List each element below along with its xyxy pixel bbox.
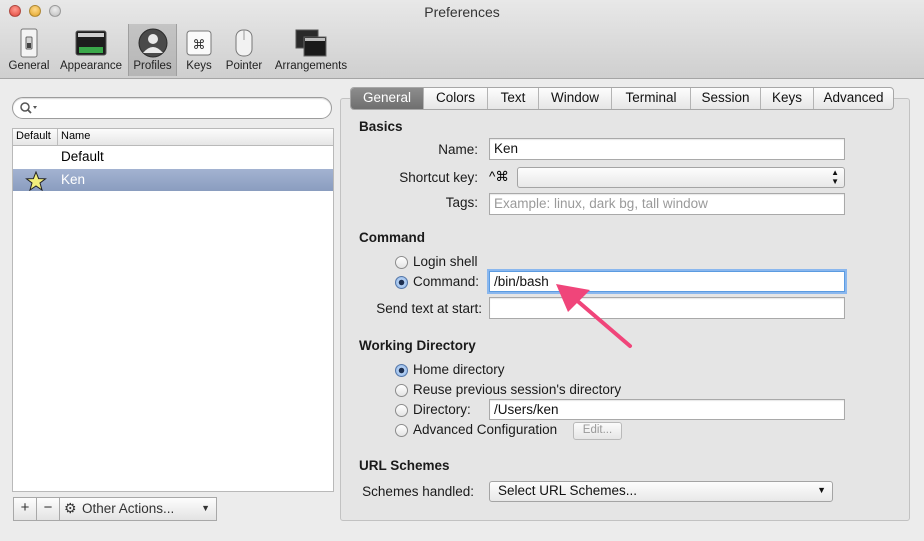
- profile-row-default[interactable]: Default: [13, 146, 333, 168]
- toolbar-pointer-label: Pointer: [225, 60, 263, 72]
- toolbar-arrangements-label: Arrangements: [274, 60, 348, 72]
- general-switch-icon: [20, 28, 38, 58]
- add-profile-button[interactable]: +: [14, 498, 37, 520]
- send-text-label: Send text at start:: [376, 301, 482, 316]
- login-shell-radio[interactable]: [395, 256, 408, 269]
- profile-row-name: Ken: [61, 172, 86, 187]
- toolbar-appearance-label: Appearance: [59, 60, 123, 72]
- url-schemes-popup-value: Select URL Schemes...: [498, 483, 638, 498]
- profiles-table-header: Default Name: [13, 129, 333, 146]
- toolbar-pointer[interactable]: Pointer: [221, 24, 267, 76]
- name-label: Name:: [438, 142, 478, 157]
- toolbar-appearance[interactable]: Appearance: [56, 24, 126, 76]
- advanced-configuration-label: Advanced Configuration: [413, 422, 558, 437]
- tab-window[interactable]: Window: [539, 88, 612, 109]
- annotation-arrow: [556, 284, 632, 348]
- profile-search-field[interactable]: [12, 97, 332, 119]
- profiles-table[interactable]: Default Name Default Ken: [12, 128, 334, 492]
- profiles-person-icon: [138, 28, 167, 58]
- toolbar-profiles-label: Profiles: [133, 60, 172, 72]
- profiles-bottom-bar: + − ⚙ Other Actions... ▼: [13, 497, 217, 521]
- svg-text:⌘: ⌘: [193, 38, 206, 53]
- send-text-field[interactable]: [489, 297, 845, 319]
- arrangements-windows-icon: [295, 29, 327, 57]
- command-radio[interactable]: [395, 276, 408, 289]
- tab-general[interactable]: General: [351, 88, 424, 109]
- directory-label: Directory:: [413, 402, 471, 417]
- reuse-directory-radio[interactable]: [395, 384, 408, 397]
- directory-radio[interactable]: [395, 404, 408, 417]
- command-field[interactable]: /bin/bash: [489, 271, 845, 292]
- appearance-terminal-icon: [75, 30, 107, 56]
- chevron-down-icon: ▼: [201, 503, 210, 513]
- tab-colors[interactable]: Colors: [424, 88, 488, 109]
- edit-button[interactable]: Edit...: [573, 422, 622, 440]
- chevron-down-icon: ▼: [817, 485, 826, 495]
- profile-row-name: Default: [61, 149, 104, 164]
- remove-profile-button[interactable]: −: [37, 498, 60, 520]
- directory-field[interactable]: /Users/ken: [489, 399, 845, 420]
- shortcut-key-label: Shortcut key:: [399, 170, 478, 185]
- url-schemes-heading: URL Schemes: [359, 458, 450, 473]
- window-titlebar: Preferences General Appearance Profiles …: [0, 0, 924, 79]
- toolbar-general-label: General: [8, 60, 50, 72]
- column-header-default[interactable]: Default: [16, 130, 51, 142]
- toolbar-arrangements[interactable]: Arrangements: [271, 24, 351, 76]
- gear-icon: ⚙: [64, 500, 77, 516]
- default-star-icon: [25, 171, 47, 191]
- updown-arrows-icon: ▲ ▼: [831, 168, 839, 186]
- name-field[interactable]: Ken: [489, 138, 845, 160]
- toolbar-keys[interactable]: ⌘ Keys: [181, 24, 217, 76]
- shortcut-key-popup[interactable]: ▲ ▼: [517, 167, 845, 188]
- tab-session[interactable]: Session: [691, 88, 761, 109]
- home-directory-radio[interactable]: [395, 364, 408, 377]
- window-title: Preferences: [424, 4, 500, 20]
- login-shell-label: Login shell: [413, 254, 478, 269]
- home-directory-label: Home directory: [413, 362, 505, 377]
- tab-text[interactable]: Text: [488, 88, 539, 109]
- basics-heading: Basics: [359, 119, 403, 134]
- keys-command-icon: ⌘: [186, 30, 212, 56]
- advanced-configuration-radio[interactable]: [395, 424, 408, 437]
- reuse-directory-label: Reuse previous session's directory: [413, 382, 622, 397]
- toolbar-keys-label: Keys: [186, 60, 212, 72]
- search-icon: [20, 102, 37, 114]
- tags-field[interactable]: Example: linux, dark bg, tall window: [489, 193, 845, 215]
- tags-label: Tags:: [445, 195, 478, 210]
- pointer-mouse-icon: [235, 29, 253, 57]
- working-directory-heading: Working Directory: [359, 338, 476, 353]
- tab-terminal[interactable]: Terminal: [612, 88, 691, 109]
- schemes-handled-label: Schemes handled:: [362, 484, 474, 499]
- shortcut-modifiers: ^⌘: [489, 169, 509, 184]
- profile-row-ken[interactable]: Ken: [13, 169, 333, 191]
- other-actions-menu[interactable]: ⚙ Other Actions... ▼: [60, 498, 216, 520]
- tab-keys[interactable]: Keys: [761, 88, 814, 109]
- toolbar-general[interactable]: General: [6, 24, 52, 76]
- command-radio-label: Command:: [413, 274, 480, 289]
- other-actions-label: Other Actions...: [82, 501, 175, 516]
- profile-tabs: General Colors Text Window Terminal Sess…: [350, 87, 894, 110]
- url-schemes-popup[interactable]: Select URL Schemes... ▼: [489, 481, 833, 502]
- column-header-name[interactable]: Name: [61, 130, 90, 142]
- toolbar-profiles[interactable]: Profiles: [128, 24, 177, 76]
- command-heading: Command: [359, 230, 426, 245]
- tab-advanced[interactable]: Advanced: [814, 88, 893, 109]
